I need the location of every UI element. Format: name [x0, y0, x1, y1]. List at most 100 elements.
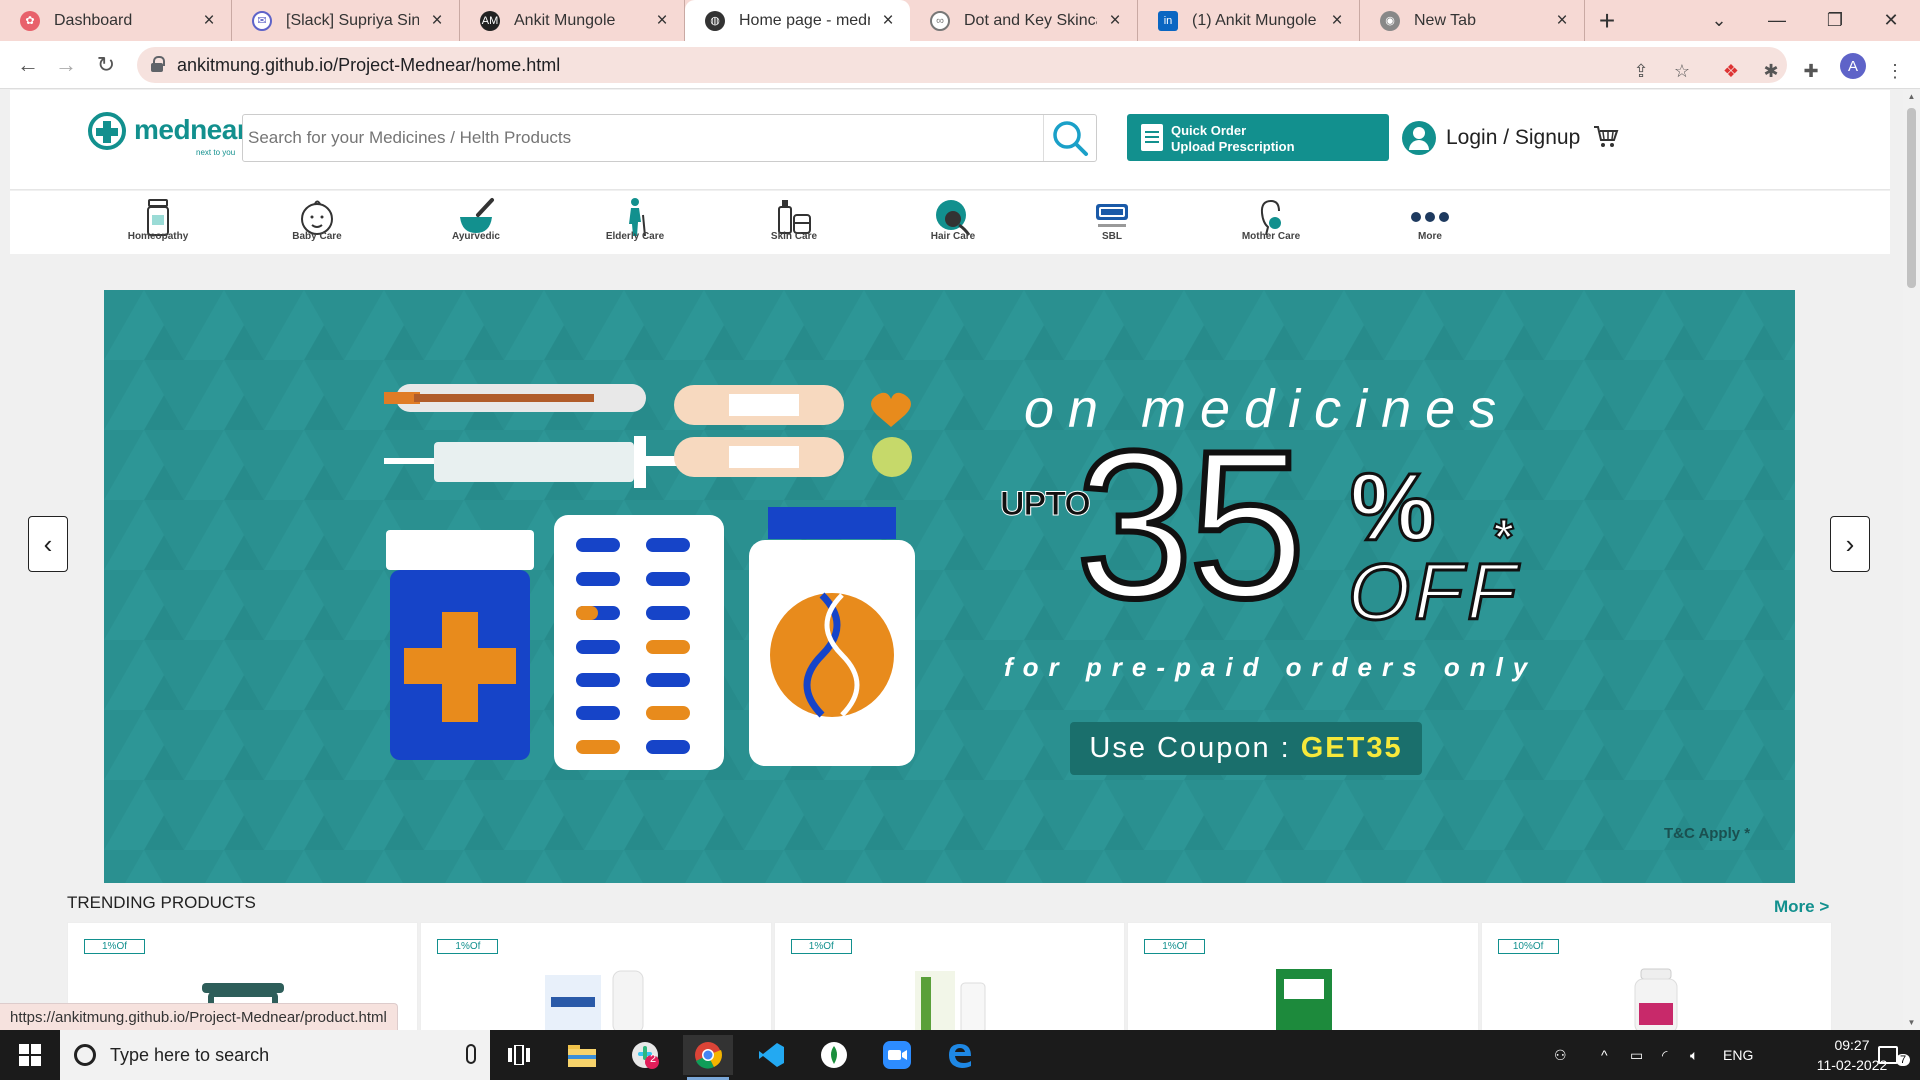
scrollbar-thumb[interactable] — [1907, 108, 1916, 288]
vscode-icon[interactable] — [746, 1035, 796, 1075]
github-avatar-icon: AM — [480, 10, 500, 31]
task-view-icon[interactable] — [494, 1035, 544, 1075]
share-icon[interactable]: ⇪ — [1628, 58, 1654, 84]
banner-pattern — [104, 290, 1795, 883]
start-button[interactable] — [0, 1030, 60, 1080]
tab-title: New Tab — [1414, 11, 1476, 29]
close-tab-icon[interactable]: × — [1552, 10, 1572, 32]
close-tab-icon[interactable]: × — [199, 10, 219, 32]
quick-order-button[interactable]: Quick Order Upload Prescription — [1127, 114, 1389, 161]
product-card[interactable]: 1%Of — [1127, 922, 1479, 1030]
category-baby-care[interactable]: Baby Care — [257, 197, 377, 242]
browser-tab-active[interactable]: ◍ Home page - mednear × — [685, 0, 910, 41]
language-indicator[interactable]: ENG — [1723, 1030, 1753, 1080]
category-hair-care[interactable]: Hair Care — [893, 197, 1013, 242]
category-label: Homeopathy — [127, 231, 189, 242]
carousel-next-button[interactable]: › — [1830, 516, 1870, 572]
chrome-icon: ◉ — [1380, 10, 1400, 31]
tab-search-chevron-icon[interactable]: ⌄ — [1690, 0, 1748, 41]
category-ayurvedic[interactable]: Ayurvedic — [416, 197, 536, 242]
mednear-logo[interactable]: mednear next to you — [88, 112, 248, 158]
extension-icon[interactable]: ✱ — [1758, 58, 1784, 84]
tray-chevron-icon[interactable]: ^ — [1601, 1030, 1608, 1080]
close-tab-icon[interactable]: × — [427, 10, 447, 32]
scroll-up-icon[interactable]: ▲ — [1907, 92, 1916, 102]
taskbar-search[interactable]: Type here to search — [60, 1030, 490, 1080]
volume-icon[interactable]: 🔈︎ — [1690, 1030, 1698, 1080]
notifications-icon[interactable]: 7 — [1878, 1030, 1911, 1080]
cart-icon[interactable] — [1593, 124, 1619, 150]
browser-menu-icon[interactable]: ⋮ — [1882, 58, 1908, 84]
carousel-prev-button[interactable]: ‹ — [28, 516, 68, 572]
close-tab-icon[interactable]: × — [1105, 10, 1125, 32]
close-window-button[interactable]: ✕ — [1862, 0, 1920, 41]
browser-tab[interactable]: ◉ New Tab × — [1360, 0, 1585, 41]
page-scrollbar[interactable]: ▲ ▼ — [1903, 90, 1920, 1030]
back-button[interactable]: ← — [10, 47, 46, 83]
trending-more-link[interactable]: More > — [1774, 897, 1829, 917]
tab-title: Dashboard — [54, 11, 133, 29]
category-skin-care[interactable]: Skin Care — [734, 197, 854, 242]
windows-logo-icon — [19, 1044, 41, 1066]
product-card[interactable]: 1%Of — [773, 922, 1126, 1030]
category-sbl[interactable]: SBL — [1052, 197, 1172, 242]
category-label: Skin Care — [770, 231, 818, 242]
reload-button[interactable]: ↻ — [88, 47, 124, 83]
minimize-button[interactable]: — — [1748, 0, 1806, 41]
wifi-icon[interactable]: ◜ — [1662, 1030, 1667, 1080]
taskbar-search-placeholder: Type here to search — [110, 1044, 270, 1065]
people-icon[interactable]: ⚇ — [1554, 1030, 1567, 1080]
scroll-down-icon[interactable]: ▼ — [1907, 1018, 1916, 1028]
bookmark-star-icon[interactable]: ☆ — [1669, 58, 1695, 84]
category-bar: Homeopathy Baby Care Ayurvedic Elderly C… — [10, 191, 1890, 254]
category-homeopathy[interactable]: Homeopathy — [98, 197, 218, 242]
category-mother-care[interactable]: Mother Care — [1211, 197, 1331, 242]
edge-icon[interactable] — [935, 1035, 985, 1075]
linkedin-icon: in — [1158, 10, 1178, 31]
battery-icon[interactable]: ▭ — [1630, 1030, 1643, 1080]
discount-badge: 1%Of — [437, 939, 499, 954]
browser-tab[interactable]: ✿ Dashboard × — [0, 0, 232, 41]
lock-icon[interactable] — [151, 56, 165, 72]
category-label: More — [1418, 231, 1442, 242]
tab-title: Dot and Key Skincare — [964, 11, 1097, 29]
category-elderly-care[interactable]: Elderly Care — [575, 197, 695, 242]
address-bar[interactable]: ankitmung.github.io/Project-Mednear/home… — [137, 47, 1787, 83]
zoom-icon[interactable] — [872, 1035, 922, 1075]
close-tab-icon[interactable]: × — [652, 10, 672, 32]
browser-tab[interactable]: ∞ Dot and Key Skincare × — [910, 0, 1138, 41]
logo-cross-icon — [88, 112, 126, 150]
whatsapp-leaf-icon[interactable] — [809, 1035, 859, 1075]
product-image — [1275, 969, 1332, 1030]
forward-button[interactable]: → — [48, 47, 84, 83]
browser-tab-strip: ✿ Dashboard × ✉ [Slack] Supriya Singh × … — [0, 0, 1920, 41]
close-tab-icon[interactable]: × — [1327, 10, 1347, 32]
file-explorer-icon[interactable] — [557, 1035, 607, 1075]
tab-title: [Slack] Supriya Singh — [286, 11, 419, 29]
profile-avatar[interactable]: A — [1840, 53, 1866, 79]
microphone-icon[interactable] — [466, 1044, 476, 1064]
category-more[interactable]: More — [1370, 197, 1490, 242]
search-input[interactable] — [243, 115, 1043, 161]
chrome-taskbar-icon[interactable] — [683, 1035, 733, 1080]
category-label: Ayurvedic — [452, 231, 500, 242]
login-signup-button[interactable]: Login / Signup — [1402, 114, 1580, 162]
search-button[interactable] — [1043, 115, 1095, 161]
promo-banner[interactable]: on medicines UPTO 35 % OFF * for pre-pai… — [104, 290, 1795, 883]
browser-tab[interactable]: ✉ [Slack] Supriya Singh × — [232, 0, 460, 41]
banner-asterisk: * — [1493, 508, 1515, 566]
category-label: Elderly Care — [605, 231, 665, 242]
new-tab-button[interactable]: + — [1585, 0, 1629, 41]
banner-subline: for pre-paid orders only — [1004, 652, 1538, 682]
browser-tab[interactable]: AM Ankit Mungole × — [460, 0, 685, 41]
browser-tab[interactable]: in (1) Ankit Mungole | LinkedIn × — [1138, 0, 1360, 41]
puzzle-extensions-icon[interactable]: ✚ — [1798, 58, 1824, 84]
web-page: mednear next to you Quick Order Upload P… — [0, 90, 1903, 1030]
product-card[interactable]: 1%Of — [420, 922, 772, 1030]
product-image — [1634, 968, 1678, 1030]
product-card[interactable]: 10%Of — [1480, 922, 1833, 1030]
color-extension-icon[interactable]: ❖ — [1718, 58, 1744, 84]
close-tab-icon[interactable]: × — [878, 10, 898, 32]
slack-icon[interactable]: 2 — [620, 1035, 670, 1075]
restore-button[interactable]: ❐ — [1806, 0, 1864, 41]
